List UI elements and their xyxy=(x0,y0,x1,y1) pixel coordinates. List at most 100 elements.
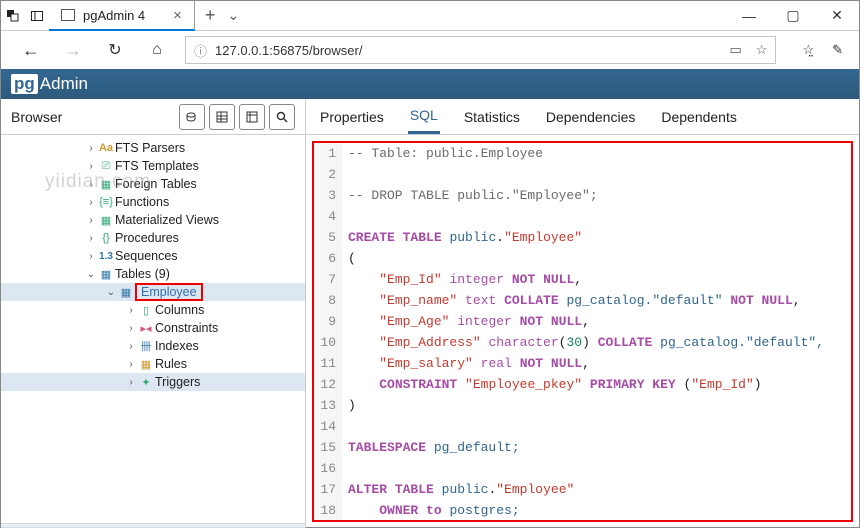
tab-properties[interactable]: Properties xyxy=(318,101,386,133)
expand-icon[interactable]: › xyxy=(85,179,97,190)
expand-icon[interactable]: › xyxy=(125,377,137,388)
tree-label: Sequences xyxy=(115,249,178,263)
tree-label: Columns xyxy=(155,303,204,317)
search-button[interactable] xyxy=(269,104,295,130)
expand-icon[interactable]: › xyxy=(125,305,137,316)
query-tool-button[interactable] xyxy=(179,104,205,130)
app-stack-icon[interactable] xyxy=(1,9,25,23)
expand-icon[interactable]: › xyxy=(125,359,137,370)
tab-statistics[interactable]: Statistics xyxy=(462,101,522,133)
line-gutter: 123456789101112131415161718 xyxy=(314,143,342,520)
url-text: 127.0.0.1:56875/browser/ xyxy=(215,43,721,58)
expand-icon[interactable]: › xyxy=(85,161,97,172)
object-tree[interactable]: yiidian.com ›AaFTS Parsers›⎚FTS Template… xyxy=(1,135,306,528)
reader-icon[interactable]: ▭ xyxy=(729,42,741,58)
code-line: ALTER TABLE public."Employee" xyxy=(348,479,851,500)
tree-icon: ✦ xyxy=(137,376,155,389)
close-window-button[interactable]: ✕ xyxy=(815,1,859,30)
tree-icon: 卌 xyxy=(137,338,155,354)
back-button[interactable]: ← xyxy=(17,40,45,61)
code-line: "Emp_Age" integer NOT NULL, xyxy=(348,311,851,332)
tab-dependencies[interactable]: Dependencies xyxy=(544,101,638,133)
tree-icon: ▦ xyxy=(97,178,115,191)
node-rules[interactable]: ›▦Rules xyxy=(1,355,305,373)
filter-rows-button[interactable] xyxy=(239,104,265,130)
content-area: yiidian.com ›AaFTS Parsers›⎚FTS Template… xyxy=(1,135,859,528)
expand-icon[interactable]: › xyxy=(125,323,137,334)
node-sequences[interactable]: ›1.3Sequences xyxy=(1,247,305,265)
tree-icon: ⎚ xyxy=(97,160,115,173)
code-line: -- DROP TABLE public."Employee"; xyxy=(348,185,851,206)
tab-dropdown-icon[interactable]: ⌄ xyxy=(227,7,239,24)
window-panel-icon[interactable] xyxy=(25,9,49,23)
code-line: "Emp_name" text COLLATE pg_catalog."defa… xyxy=(348,290,851,311)
expand-icon[interactable]: ⌄ xyxy=(105,287,117,298)
node-functions[interactable]: ›{≡}Functions xyxy=(1,193,305,211)
node-tables[interactable]: ⌄▦Tables (9) xyxy=(1,265,305,283)
forward-button[interactable]: → xyxy=(59,40,87,61)
panel-separator[interactable] xyxy=(1,523,305,528)
code-line xyxy=(348,416,851,437)
code-line: -- Table: public.Employee xyxy=(348,143,851,164)
node-foreign-tables[interactable]: ›▦Foreign Tables xyxy=(1,175,305,193)
brand-admin: Admin xyxy=(40,74,88,94)
new-tab-icon[interactable]: + xyxy=(205,5,216,26)
notes-icon[interactable]: ✎ xyxy=(832,42,843,58)
node-fts-parsers[interactable]: ›AaFTS Parsers xyxy=(1,139,305,157)
brand-pg: pg xyxy=(11,74,38,94)
code-line xyxy=(348,206,851,227)
node-triggers[interactable]: ›✦Triggers xyxy=(1,373,305,391)
panel-bar: Browser Properties SQL Statistics Depend… xyxy=(1,99,859,135)
page-icon xyxy=(61,9,75,21)
minimize-button[interactable]: — xyxy=(727,1,771,30)
code-line: CREATE TABLE public."Employee" xyxy=(348,227,851,248)
favorite-icon[interactable]: ☆ xyxy=(756,42,768,58)
tree-label: Foreign Tables xyxy=(115,177,197,191)
code-line: TABLESPACE pg_default; xyxy=(348,437,851,458)
tab-dependents[interactable]: Dependents xyxy=(659,101,739,133)
node-constraints[interactable]: ›▸◂Constraints xyxy=(1,319,305,337)
maximize-button[interactable]: ▢ xyxy=(771,1,815,30)
refresh-button[interactable]: ↻ xyxy=(101,40,129,60)
tree-label: Functions xyxy=(115,195,169,209)
node-columns[interactable]: ›▯Columns xyxy=(1,301,305,319)
code-line: "Emp_Id" integer NOT NULL, xyxy=(348,269,851,290)
tree-icon: Aa xyxy=(97,142,115,154)
node-materialized-views[interactable]: ›▦Materialized Views xyxy=(1,211,305,229)
tree-icon: 1.3 xyxy=(97,250,115,262)
expand-icon[interactable]: › xyxy=(85,143,97,154)
code-area[interactable]: -- Table: public.Employee -- DROP TABLE … xyxy=(342,143,851,520)
code-line: ( xyxy=(348,248,851,269)
info-icon[interactable]: ⓘ xyxy=(194,41,207,60)
expand-icon[interactable]: › xyxy=(85,215,97,226)
tree-icon: ▯ xyxy=(137,304,155,317)
code-line: ) xyxy=(348,395,851,416)
tree-label: Employee xyxy=(135,285,203,299)
expand-icon[interactable]: › xyxy=(85,251,97,262)
home-button[interactable]: ⌂ xyxy=(143,41,171,59)
tree-icon: ▦ xyxy=(137,358,155,371)
expand-icon[interactable]: › xyxy=(85,197,97,208)
tree-icon: ▦ xyxy=(97,268,115,281)
browser-label: Browser xyxy=(11,109,175,125)
tree-label: Triggers xyxy=(155,375,200,389)
node-fts-templates[interactable]: ›⎚FTS Templates xyxy=(1,157,305,175)
tree-label: Tables (9) xyxy=(115,267,170,281)
view-data-button[interactable] xyxy=(209,104,235,130)
tree-icon: ▦ xyxy=(97,214,115,227)
tree-label: FTS Templates xyxy=(115,159,199,173)
expand-icon[interactable]: › xyxy=(125,341,137,352)
expand-icon[interactable]: › xyxy=(85,233,97,244)
sql-editor[interactable]: 123456789101112131415161718 -- Table: pu… xyxy=(312,141,853,522)
url-input[interactable]: ⓘ 127.0.0.1:56875/browser/ ▭ ☆ xyxy=(185,36,776,64)
node-indexes[interactable]: ›卌Indexes xyxy=(1,337,305,355)
app-header: pgAdmin xyxy=(1,69,859,99)
expand-icon[interactable]: ⌄ xyxy=(85,269,97,280)
node-employee[interactable]: ⌄▦Employee xyxy=(1,283,305,301)
close-tab-icon[interactable]: × xyxy=(173,7,182,24)
tab-sql[interactable]: SQL xyxy=(408,99,440,134)
browser-tab[interactable]: pgAdmin 4 × xyxy=(49,1,195,31)
tree-label: Procedures xyxy=(115,231,179,245)
favorites-icon[interactable]: ☆̤ xyxy=(802,42,814,58)
node-procedures[interactable]: ›{}Procedures xyxy=(1,229,305,247)
